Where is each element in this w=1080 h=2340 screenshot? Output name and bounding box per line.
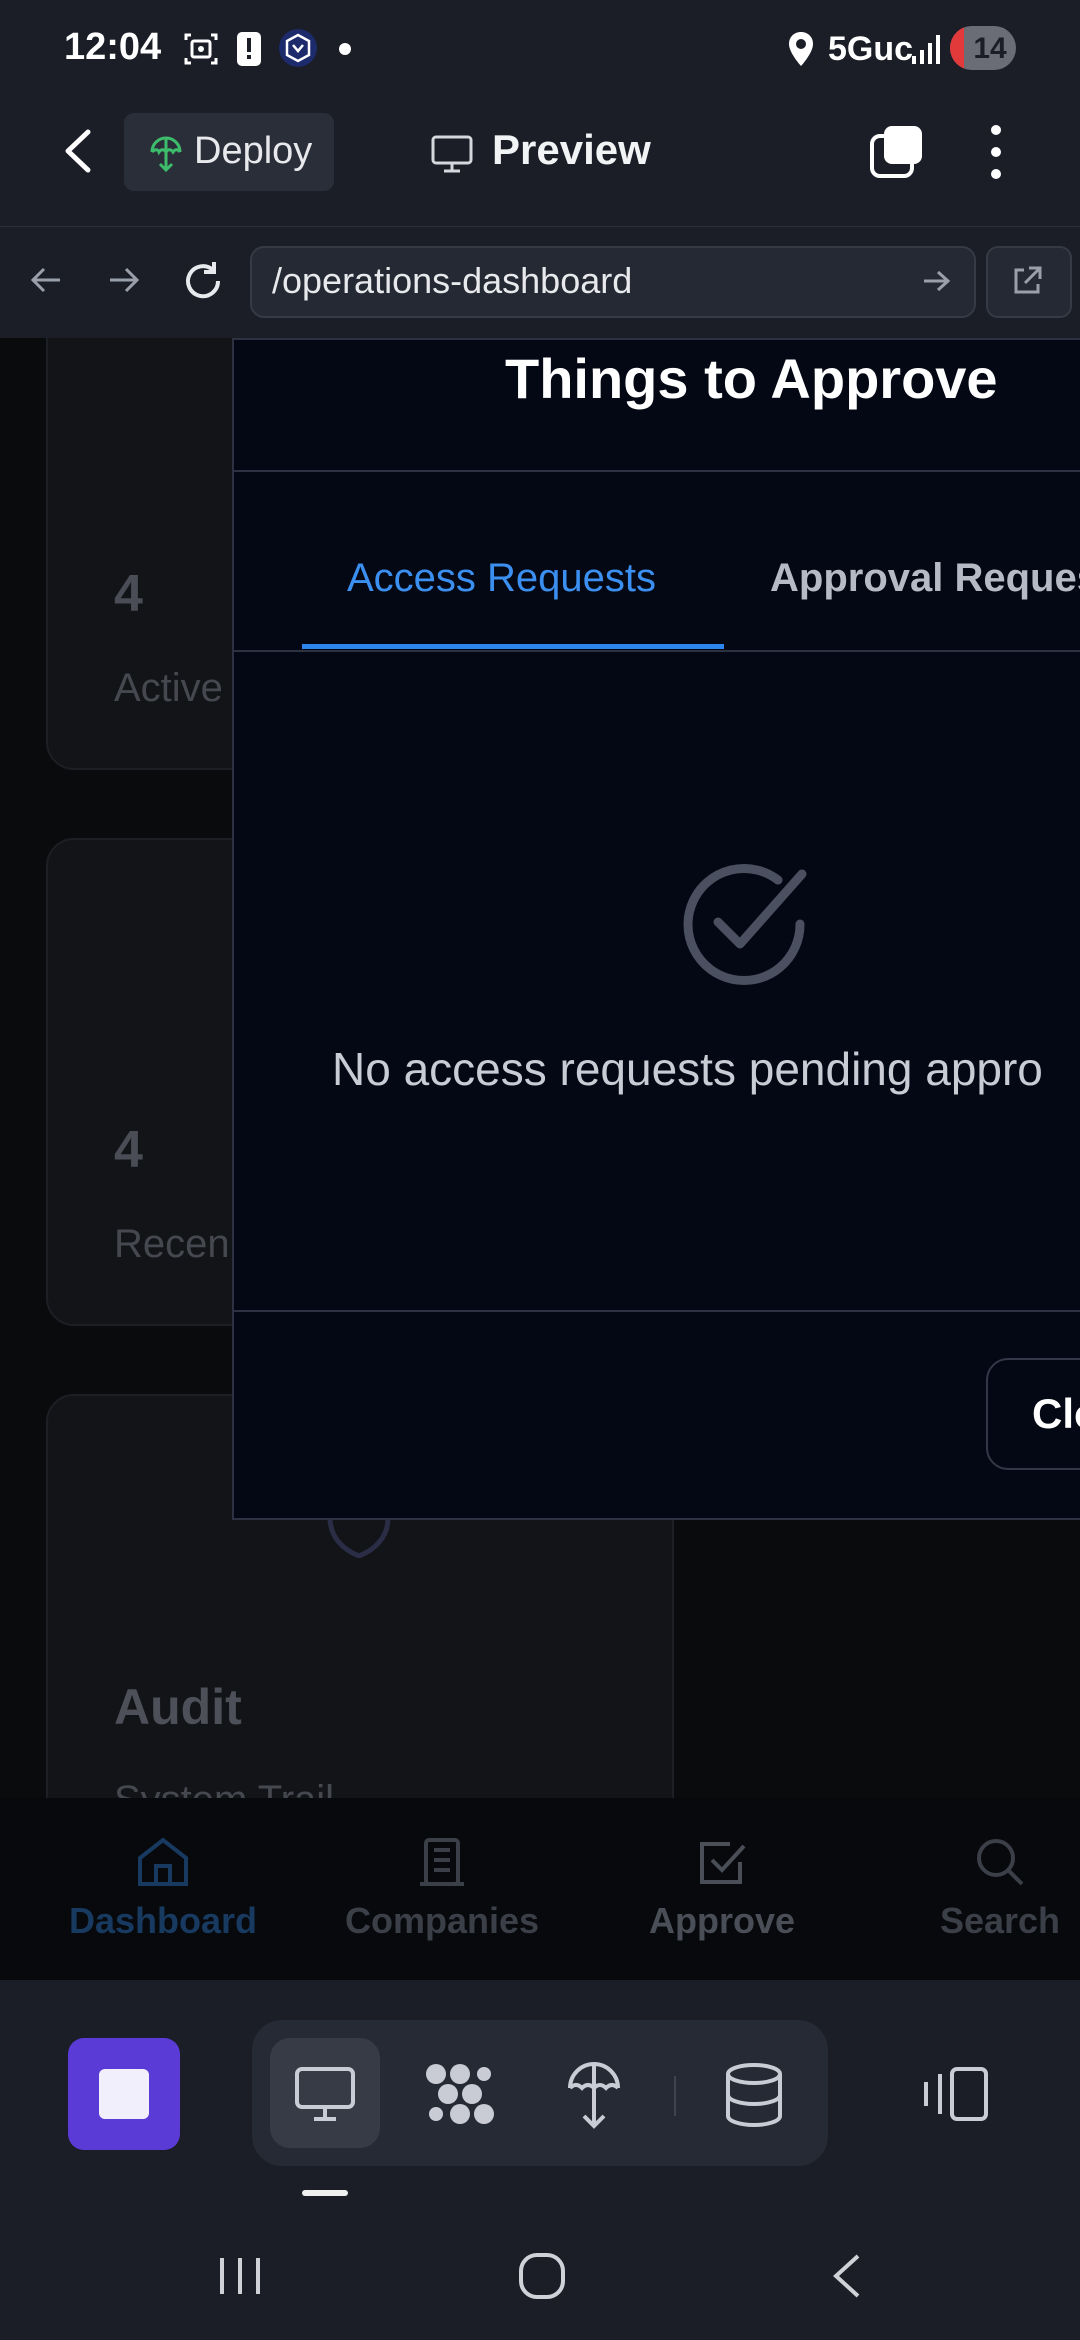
stat-card-label: Recen bbox=[114, 1222, 230, 1266]
check-circle-icon bbox=[682, 860, 812, 988]
dot-icon bbox=[338, 42, 352, 56]
browser-forward-icon[interactable] bbox=[106, 262, 142, 298]
home-icon[interactable] bbox=[136, 1836, 190, 1888]
close-button-label: Clo bbox=[1032, 1390, 1080, 1437]
search-icon[interactable] bbox=[974, 1836, 1026, 1888]
building-icon[interactable] bbox=[416, 1836, 468, 1888]
tabs-icon[interactable] bbox=[868, 124, 926, 180]
more-options-icon[interactable] bbox=[990, 124, 1002, 180]
url-text: /operations-dashboard bbox=[272, 260, 633, 301]
audit-subtitle: System Trail bbox=[114, 1778, 334, 1798]
back-icon[interactable] bbox=[60, 126, 96, 176]
location-icon bbox=[786, 30, 816, 68]
go-icon[interactable] bbox=[922, 268, 952, 294]
battery-indicator: 14 bbox=[950, 26, 1016, 70]
tab-access-requests[interactable]: Access Requests bbox=[347, 556, 656, 601]
monitor-icon bbox=[294, 2066, 356, 2122]
battery-level: 14 bbox=[973, 32, 1007, 65]
toolbar-divider bbox=[674, 2076, 676, 2116]
open-external-icon bbox=[1010, 264, 1044, 298]
database-icon[interactable] bbox=[724, 2062, 784, 2128]
stop-button[interactable] bbox=[68, 2038, 180, 2150]
deploy-label: Deploy bbox=[194, 130, 313, 172]
deploy-icon bbox=[148, 134, 184, 172]
preview-tab[interactable]: Preview bbox=[492, 126, 651, 174]
nav-companies[interactable]: Companies bbox=[322, 1900, 562, 1942]
recent-apps-icon[interactable] bbox=[216, 2254, 264, 2298]
screenshot-icon bbox=[182, 30, 220, 68]
tab-approval-requests[interactable]: Approval Reques bbox=[770, 556, 1080, 601]
system-back-icon[interactable] bbox=[828, 2252, 864, 2300]
stat-card-number: 4 bbox=[114, 1121, 143, 1179]
status-time: 12:04 bbox=[64, 26, 162, 68]
browser-back-icon[interactable] bbox=[28, 262, 64, 298]
crypto-app-icon bbox=[278, 28, 318, 68]
reload-icon[interactable] bbox=[180, 258, 226, 304]
split-view-icon[interactable] bbox=[920, 2066, 990, 2122]
network-label: 5Guc bbox=[828, 30, 914, 68]
nav-search[interactable]: Search bbox=[880, 1900, 1080, 1942]
nav-approve[interactable]: Approve bbox=[602, 1900, 842, 1942]
modal-title: Things to Approve bbox=[505, 347, 998, 410]
workflow-icon[interactable] bbox=[424, 2062, 496, 2126]
audit-title: Audit bbox=[114, 1679, 242, 1735]
stat-card-number: 4 bbox=[114, 565, 143, 623]
app-bottom-nav bbox=[0, 1798, 1080, 1980]
battery-low-fill bbox=[950, 26, 964, 70]
empty-state-message: No access requests pending appro bbox=[332, 1043, 1043, 1095]
modal-header-divider bbox=[234, 470, 1080, 472]
active-tab-indicator bbox=[302, 644, 724, 649]
approve-modal bbox=[232, 338, 1080, 1520]
stat-card-label: Active bbox=[114, 666, 223, 710]
alert-icon bbox=[234, 30, 264, 68]
active-view-indicator bbox=[302, 2190, 348, 2196]
monitor-icon bbox=[430, 134, 474, 174]
home-button-icon[interactable] bbox=[518, 2252, 566, 2300]
nav-dashboard[interactable]: Dashboard bbox=[43, 1900, 283, 1942]
signal-icon bbox=[910, 30, 944, 68]
tab-divider bbox=[234, 650, 1080, 652]
check-square-icon[interactable] bbox=[696, 1836, 748, 1888]
deploy-icon[interactable] bbox=[566, 2060, 622, 2130]
modal-footer-divider bbox=[234, 1310, 1080, 1312]
stop-icon bbox=[99, 2069, 149, 2119]
